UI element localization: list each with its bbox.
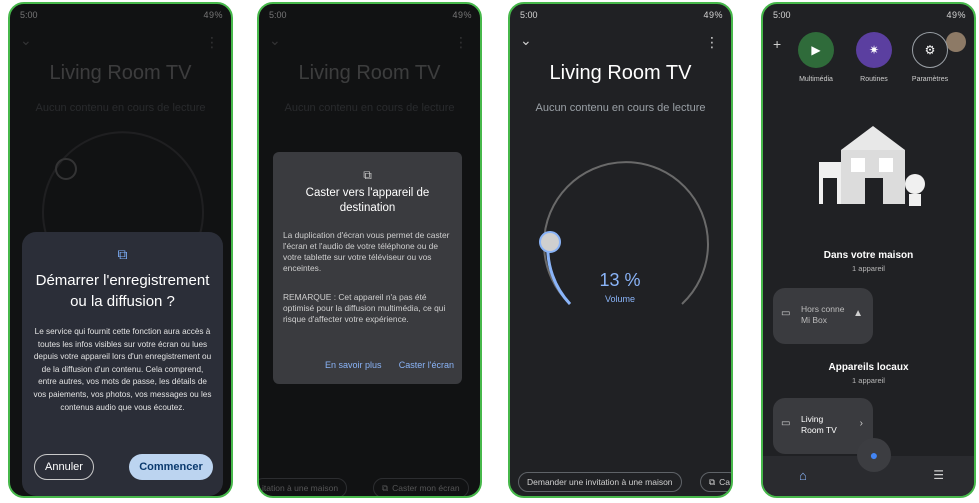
cast-dialog: ⧉ Caster vers l'appareil de destination … [273,152,462,384]
quick-action-settings[interactable]: ⚙ Paramètres [907,32,953,83]
tv-icon: ▭ [781,418,791,429]
dialog-title: Démarrer l'enregistrement ou la diffusio… [30,270,215,312]
cast-icon: ⧉ [709,476,716,487]
phone-screen-record-dialog: 5:00 49% ⌄ ⋮ Living Room TV Aucun conten… [8,2,233,498]
home-tab-icon[interactable]: ⌂ [799,468,807,483]
volume-dial[interactable] [510,4,733,498]
media-icon: ▶ [798,32,834,68]
quick-action-label: Multimédia [799,76,833,83]
status-bar: 5:00 49% [773,10,966,24]
dialog-title-line2: ou la diffusion ? [70,293,175,310]
cast-screen-chip[interactable]: ⧉ Ca [700,472,731,492]
cast-screen-chip[interactable]: ⧉ Caster mon écran [373,478,469,496]
section-local-count: 1 appareil [852,376,885,385]
cancel-button[interactable]: Annuler [34,454,94,480]
warning-icon: ▲ [853,308,863,319]
phone-cast-dialog: 5:00 49% ⌄ ⋮ Living Room TV Aucun conten… [257,2,482,498]
section-home-title: Dans votre maison [823,250,914,261]
mic-icon: ● [869,447,879,463]
home-illustration-icon [819,126,925,206]
device-tile-label: Living Room TV [801,414,837,436]
cast-screen-chip-label: Ca [719,477,730,487]
phone-volume-control: 5:00 49% ⌄ ⋮ Living Room TV Aucun conten… [508,2,733,498]
dialog-note: REMARQUE : Cet appareil n'a pas été opti… [283,292,446,324]
invite-chip[interactable]: Demander une invitation à une maison [518,472,682,492]
device-status: Hors conne [801,304,845,314]
volume-percent: 13 % [599,270,641,290]
volume-thumb[interactable] [539,231,561,253]
device-tile-mi-box[interactable]: ▭ Hors conne Mi Box ▲ [773,288,873,344]
dialog-paragraph: La duplication d'écran vous permet de ca… [283,230,450,273]
dialog-title: Caster vers l'appareil de destination [305,187,430,214]
settings-icon: ⚙ [912,32,948,68]
screen-record-dialog: ⧉ Démarrer l'enregistrement ou la diffus… [22,232,223,496]
add-icon[interactable]: + [773,36,781,52]
device-tile-label: Hors conne Mi Box [801,304,844,326]
section-local-title: Appareils locaux [828,362,909,373]
routines-icon: ✷ [856,32,892,68]
mic-button[interactable]: ● [857,438,891,472]
cast-icon: ⧉ [117,246,128,262]
volume-label: Volume [604,294,636,304]
learn-more-link[interactable]: En savoir plus [325,360,382,370]
invite-chip[interactable]: itation à une maison [259,478,348,496]
quick-action-media[interactable]: ▶ Multimédia [793,32,839,83]
device-name-line1: Living [801,414,824,424]
cast-screen-chip-label: Caster mon écran [392,483,460,493]
device-name-line2: Room TV [801,425,837,435]
start-button[interactable]: Commencer [129,454,213,480]
phone-google-home: 5:00 49% + ▶ Multimédia ✷ Routines ⚙ Par… [761,2,976,498]
feed-tab-icon[interactable]: ☰ [933,468,944,482]
dialog-title-line1: Démarrer l'enregistrement [35,272,210,289]
cast-icon: ⧉ [382,482,389,493]
chevron-right-icon: › [859,418,863,429]
quick-action-label: Routines [860,76,888,83]
device-name: Mi Box [801,315,827,325]
quick-action-label: Paramètres [911,76,949,83]
quick-action-routines[interactable]: ✷ Routines [851,32,897,83]
tv-icon: ▭ [781,308,791,319]
status-battery: 49% [946,10,966,20]
cast-screen-button[interactable]: Caster l'écran [399,360,454,370]
device-tile-living-room-tv[interactable]: ▭ Living Room TV › [773,398,873,454]
section-home-count: 1 appareil [852,264,885,273]
dialog-body: Le service qui fournit cette fonction au… [33,327,212,412]
cast-icon: ⧉ [363,168,372,182]
status-time: 5:00 [773,10,791,20]
